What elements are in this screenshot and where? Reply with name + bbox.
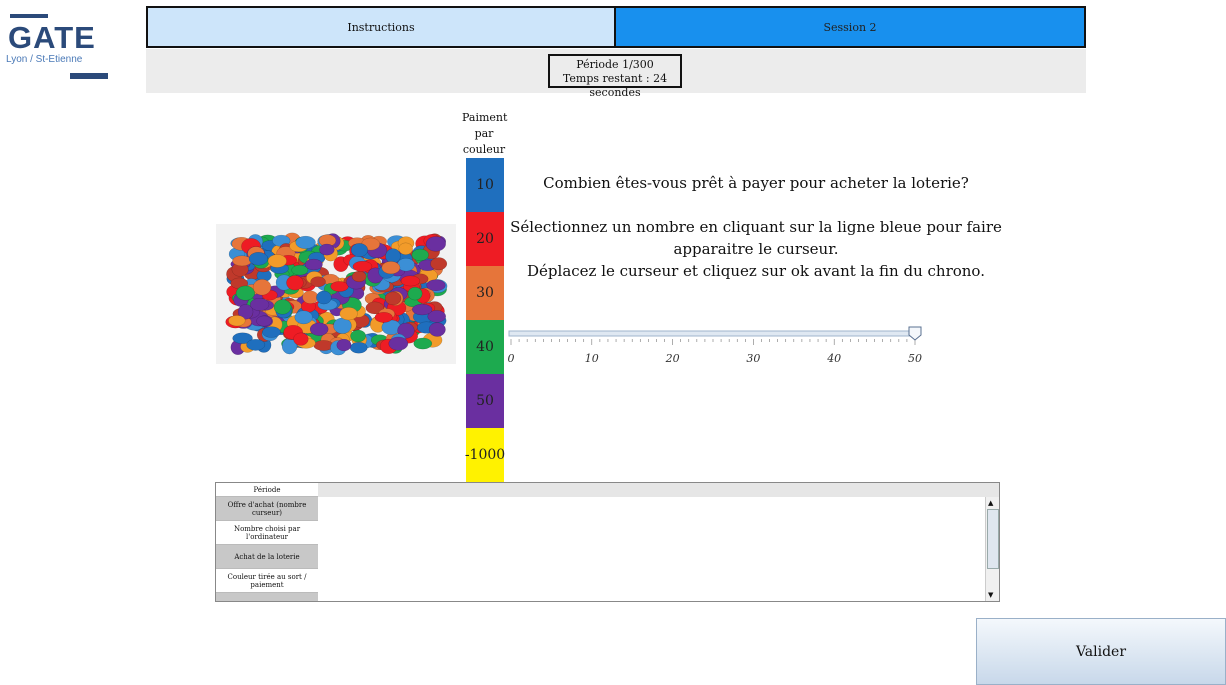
scroll-down-icon[interactable]: ▼ bbox=[988, 591, 993, 599]
payment-header-line2: par bbox=[474, 127, 494, 140]
payment-header-line3: couleur bbox=[462, 143, 506, 156]
payment-header: Paiment par couleur bbox=[462, 110, 508, 158]
slider-thumb[interactable] bbox=[908, 326, 922, 341]
payment-value: 50 bbox=[476, 393, 494, 409]
tab-instructions[interactable]: Instructions bbox=[146, 6, 616, 48]
history-scrollbar[interactable]: ▲ ▼ bbox=[985, 497, 999, 601]
payment-cell: 30 bbox=[466, 266, 504, 320]
logo-bar-top bbox=[10, 14, 48, 18]
instruction-line-2: Déplacez le curseur et cliquez sur ok av… bbox=[527, 262, 985, 280]
payment-value: 10 bbox=[476, 177, 494, 193]
scroll-thumb[interactable] bbox=[987, 509, 999, 569]
slider-tick-label: 40 bbox=[826, 352, 841, 365]
slider-track[interactable] bbox=[508, 330, 918, 337]
slider-tick-label: 20 bbox=[665, 352, 680, 365]
instruction-line-1: Sélectionnez un nombre en cliquant sur l… bbox=[510, 218, 1002, 258]
tab-session[interactable]: Session 2 bbox=[614, 6, 1086, 48]
slider-tick-label: 0 bbox=[508, 352, 515, 365]
payment-cell: 10 bbox=[466, 158, 504, 212]
payment-cell: 40 bbox=[466, 320, 504, 374]
offer-slider[interactable]: 0 10 20 30 40 50 bbox=[505, 322, 925, 372]
payment-value: -1000 bbox=[464, 447, 506, 463]
payment-cell: -1000 bbox=[464, 428, 506, 482]
history-row-label: Période bbox=[216, 483, 318, 497]
history-header-strip bbox=[318, 483, 999, 497]
slider-tick-label: 30 bbox=[746, 352, 760, 365]
history-row-label: Paiement total bbox=[216, 593, 318, 601]
history-row-label: Nombre choisi par l'ordinateur bbox=[216, 521, 318, 545]
logo: GATE bbox=[8, 20, 96, 55]
lottery-chips-image bbox=[216, 224, 456, 364]
period-timer-box: Période 1/300 Temps restant : 24 seconde… bbox=[548, 54, 682, 99]
history-row-label: Offre d'achat (nombre curseur) bbox=[216, 497, 318, 521]
history-table: Période Offre d'achat (nombre curseur) N… bbox=[215, 482, 1000, 602]
history-row-label: Achat de la loterie bbox=[216, 545, 318, 569]
scroll-up-icon[interactable]: ▲ bbox=[988, 499, 993, 507]
time-remaining: Temps restant : 24 secondes bbox=[562, 72, 668, 99]
history-row-label: Couleur tirée au sort / paiement bbox=[216, 569, 318, 593]
payment-value: 30 bbox=[476, 285, 494, 301]
payment-color-column: 10 20 30 40 50 -1000 bbox=[464, 158, 506, 482]
payment-cell: 50 bbox=[466, 374, 504, 428]
question-text: Combien êtes-vous prêt à payer pour ache… bbox=[543, 174, 969, 192]
slider-tick-label: 10 bbox=[585, 352, 599, 365]
period-label: Période 1/300 bbox=[576, 58, 654, 71]
instructions-text: Sélectionnez un nombre en cliquant sur l… bbox=[506, 216, 1006, 282]
validate-button[interactable]: Valider bbox=[976, 618, 1226, 685]
logo-subtitle: Lyon / St-Etienne bbox=[6, 54, 83, 65]
payment-value: 40 bbox=[476, 339, 494, 355]
logo-bar-bottom bbox=[70, 73, 108, 79]
slider-tick-label: 50 bbox=[908, 352, 922, 365]
payment-value: 20 bbox=[476, 231, 494, 247]
payment-cell: 20 bbox=[466, 212, 504, 266]
payment-header-line1: Paiment bbox=[462, 111, 508, 124]
